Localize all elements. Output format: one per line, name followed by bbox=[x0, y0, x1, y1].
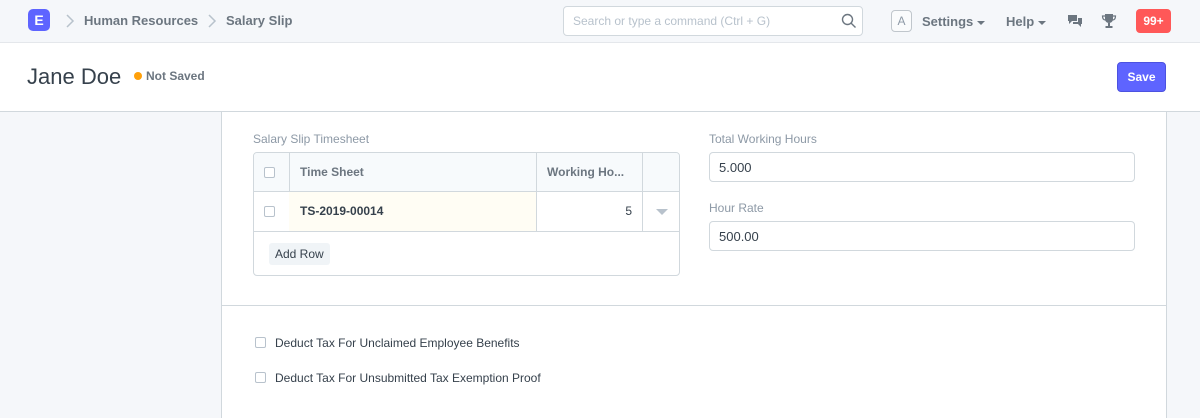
deduct-tax-unsubmitted-proof-checkbox[interactable] bbox=[255, 372, 266, 383]
section-divider bbox=[222, 305, 1166, 306]
add-row-button[interactable]: Add Row bbox=[269, 243, 330, 265]
select-all-checkbox[interactable] bbox=[264, 167, 275, 178]
awesomebar bbox=[563, 6, 863, 36]
hour-rate-field[interactable] bbox=[709, 221, 1135, 251]
total-working-hours-label: Total Working Hours bbox=[709, 132, 817, 146]
save-button[interactable]: Save bbox=[1117, 62, 1166, 92]
status-badge: Not Saved bbox=[146, 69, 205, 83]
notifications-badge[interactable]: 99+ bbox=[1136, 9, 1171, 33]
trophy-icon[interactable] bbox=[1101, 13, 1117, 29]
grid-divider bbox=[536, 192, 537, 231]
status-indicator-dot bbox=[134, 72, 142, 80]
row-checkbox[interactable] bbox=[264, 206, 275, 217]
grid-divider bbox=[289, 153, 290, 191]
column-header-working-hours: Working Ho... bbox=[547, 165, 625, 179]
deduct-tax-unclaimed-benefits-label[interactable]: Deduct Tax For Unclaimed Employee Benefi… bbox=[275, 336, 520, 350]
page-header: Jane Doe Not Saved Save bbox=[0, 43, 1200, 112]
settings-label: Settings bbox=[922, 14, 974, 29]
caret-down-icon bbox=[977, 20, 986, 25]
deduct-tax-unclaimed-benefits-checkbox[interactable] bbox=[255, 337, 266, 348]
app-logo[interactable]: E bbox=[28, 9, 50, 31]
cell-time-sheet[interactable]: TS-2019-00014 bbox=[289, 192, 536, 231]
grid-divider bbox=[536, 153, 537, 191]
timesheet-grid: Time Sheet Working Ho... TS-2019-00014 5… bbox=[253, 152, 680, 276]
grid-divider bbox=[642, 153, 643, 191]
deduct-tax-unsubmitted-proof-label[interactable]: Deduct Tax For Unsubmitted Tax Exemption… bbox=[275, 371, 541, 385]
time-sheet-value: TS-2019-00014 bbox=[300, 204, 384, 218]
caret-down-icon bbox=[1038, 20, 1047, 25]
grid-divider bbox=[642, 192, 643, 231]
chevron-right-icon bbox=[66, 14, 75, 28]
help-label: Help bbox=[1006, 14, 1035, 29]
settings-dropdown[interactable]: Settings bbox=[922, 14, 986, 29]
comments-icon[interactable] bbox=[1067, 13, 1083, 29]
grid-header: Time Sheet Working Ho... bbox=[254, 153, 679, 192]
search-input[interactable] bbox=[573, 7, 833, 35]
cell-working-hours[interactable]: 5 bbox=[625, 204, 632, 218]
navbar: E Human Resources Salary Slip A Settings… bbox=[0, 0, 1200, 43]
row-edit-caret-icon[interactable] bbox=[656, 209, 668, 215]
hour-rate-label: Hour Rate bbox=[709, 201, 764, 215]
search-icon[interactable] bbox=[841, 13, 857, 29]
table-row[interactable]: TS-2019-00014 5 bbox=[254, 192, 679, 232]
total-working-hours-field[interactable] bbox=[709, 152, 1135, 182]
breadcrumb-human-resources[interactable]: Human Resources bbox=[84, 13, 198, 28]
timesheet-grid-label: Salary Slip Timesheet bbox=[253, 132, 370, 146]
page-title: Jane Doe bbox=[27, 64, 122, 89]
chevron-right-icon bbox=[208, 14, 217, 28]
avatar[interactable]: A bbox=[891, 10, 912, 32]
form-card: Salary Slip Timesheet Time Sheet Working… bbox=[221, 112, 1167, 418]
breadcrumb-salary-slip[interactable]: Salary Slip bbox=[226, 13, 292, 28]
column-header-time-sheet: Time Sheet bbox=[300, 165, 364, 179]
help-dropdown[interactable]: Help bbox=[1006, 14, 1047, 29]
